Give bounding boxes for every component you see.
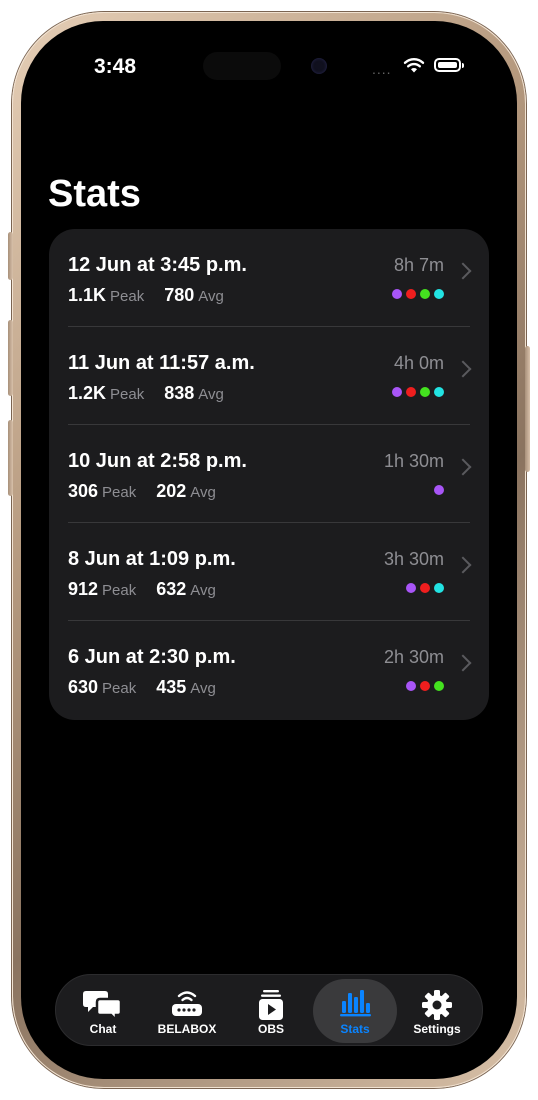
peak-value: 912 bbox=[68, 579, 99, 599]
session-stats: 306 Peak 202 Avg bbox=[68, 481, 216, 502]
session-duration: 2h 30m bbox=[383, 647, 444, 667]
tab-label: OBS bbox=[257, 1022, 284, 1036]
status-time: 3:48 bbox=[94, 55, 137, 78]
battery-icon bbox=[434, 58, 464, 72]
session-date: 8 Jun at 1:09 p.m. bbox=[68, 548, 236, 570]
platform-dot bbox=[406, 583, 416, 593]
session-date: 11 Jun at 11:57 a.m. bbox=[68, 352, 255, 374]
platform-dot bbox=[392, 289, 402, 299]
avg-value: 435 bbox=[156, 677, 187, 697]
platform-dot bbox=[420, 387, 430, 397]
volume-down-button bbox=[8, 420, 13, 496]
tab-label: BELABOX bbox=[157, 1022, 217, 1036]
screen: 3:48 .... Stats 12 Jun at 3:45 p.m. 1.1K… bbox=[21, 21, 517, 1079]
tab-bar: Chat BELABOX OBS Stats Settings bbox=[55, 974, 483, 1046]
dynamic-island bbox=[203, 52, 281, 80]
chat-bubbles-icon bbox=[83, 991, 123, 1021]
sessions-list: 12 Jun at 3:45 p.m. 1.1K Peak 780 Avg 8h 7m… bbox=[49, 229, 489, 720]
session-duration: 8h 7m bbox=[393, 255, 444, 275]
platform-dot bbox=[406, 387, 416, 397]
session-row[interactable]: 8 Jun at 1:09 p.m. 912 Peak 632 Avg 3h 30m bbox=[49, 523, 489, 621]
session-stats: 912 Peak 632 Avg bbox=[68, 579, 216, 600]
platform-dot bbox=[434, 387, 444, 397]
session-row[interactable]: 12 Jun at 3:45 p.m. 1.1K Peak 780 Avg 8h 7m bbox=[49, 229, 489, 327]
avg-label: Avg bbox=[190, 484, 216, 501]
platform-dots bbox=[434, 485, 444, 495]
tab-chat[interactable]: Chat bbox=[61, 979, 145, 1043]
peak-label: Peak bbox=[110, 386, 145, 403]
platform-dots bbox=[392, 289, 444, 299]
session-date: 6 Jun at 2:30 p.m. bbox=[68, 646, 236, 668]
avg-label: Avg bbox=[198, 288, 224, 305]
peak-label: Peak bbox=[102, 484, 137, 501]
volume-up-button bbox=[8, 320, 13, 396]
session-row[interactable]: 6 Jun at 2:30 p.m. 630 Peak 435 Avg 2h 30m bbox=[49, 621, 489, 719]
session-row[interactable]: 11 Jun at 11:57 a.m. 1.2K Peak 838 Avg 4h 0… bbox=[49, 327, 489, 425]
session-stats: 1.2K Peak 838 Avg bbox=[68, 383, 224, 404]
session-duration: 1h 30m bbox=[383, 451, 444, 471]
avg-label: Avg bbox=[198, 386, 224, 403]
chevron-right-icon bbox=[454, 654, 472, 672]
platform-dot bbox=[406, 289, 416, 299]
session-date: 10 Jun at 2:58 p.m. bbox=[68, 450, 247, 472]
avg-value: 780 bbox=[164, 285, 195, 305]
tab-label: Stats bbox=[340, 1022, 370, 1036]
avg-value: 202 bbox=[156, 481, 187, 501]
session-stats: 630 Peak 435 Avg bbox=[68, 677, 216, 698]
tab-settings[interactable]: Settings bbox=[395, 979, 479, 1043]
session-date: 12 Jun at 3:45 p.m. bbox=[68, 254, 247, 276]
cellular-signal-icon: .... bbox=[372, 61, 392, 77]
chevron-right-icon bbox=[454, 262, 472, 280]
camera-icon bbox=[311, 58, 327, 74]
session-duration: 3h 30m bbox=[383, 549, 444, 569]
peak-label: Peak bbox=[110, 288, 145, 305]
peak-label: Peak bbox=[102, 680, 137, 697]
tab-obs[interactable]: OBS bbox=[229, 979, 313, 1043]
peak-label: Peak bbox=[102, 582, 137, 599]
avg-label: Avg bbox=[190, 680, 216, 697]
platform-dot bbox=[434, 681, 444, 691]
tab-stats[interactable]: Stats bbox=[313, 979, 397, 1043]
session-row[interactable]: 10 Jun at 2:58 p.m. 306 Peak 202 Avg 1h 30m bbox=[49, 425, 489, 523]
platform-dots bbox=[406, 681, 444, 691]
bar-chart-icon bbox=[340, 990, 371, 1017]
platform-dot bbox=[420, 681, 430, 691]
chevron-right-icon bbox=[454, 458, 472, 476]
platform-dot bbox=[434, 289, 444, 299]
action-button bbox=[8, 232, 13, 280]
tab-belabox[interactable]: BELABOX bbox=[145, 979, 229, 1043]
play-stack-icon bbox=[259, 990, 283, 1020]
avg-value: 632 bbox=[156, 579, 187, 599]
tab-label: Settings bbox=[413, 1022, 461, 1036]
router-icon bbox=[172, 991, 202, 1016]
power-button bbox=[525, 346, 530, 472]
platform-dot bbox=[434, 583, 444, 593]
platform-dot bbox=[406, 681, 416, 691]
tab-label: Chat bbox=[89, 1022, 117, 1036]
peak-value: 1.1K bbox=[68, 285, 107, 305]
peak-value: 306 bbox=[68, 481, 99, 501]
peak-value: 1.2K bbox=[68, 383, 107, 403]
platform-dot bbox=[420, 583, 430, 593]
session-duration: 4h 0m bbox=[393, 353, 444, 373]
platform-dot bbox=[392, 387, 402, 397]
platform-dot bbox=[420, 289, 430, 299]
chevron-right-icon bbox=[454, 556, 472, 574]
chevron-right-icon bbox=[454, 360, 472, 378]
session-stats: 1.1K Peak 780 Avg bbox=[68, 285, 224, 306]
gear-icon bbox=[422, 990, 452, 1020]
platform-dot bbox=[434, 485, 444, 495]
avg-label: Avg bbox=[190, 582, 216, 599]
avg-value: 838 bbox=[164, 383, 195, 403]
platform-dots bbox=[406, 583, 444, 593]
wifi-icon bbox=[403, 58, 425, 73]
peak-value: 630 bbox=[68, 677, 99, 697]
page-title: Stats bbox=[48, 173, 141, 215]
platform-dots bbox=[392, 387, 444, 397]
